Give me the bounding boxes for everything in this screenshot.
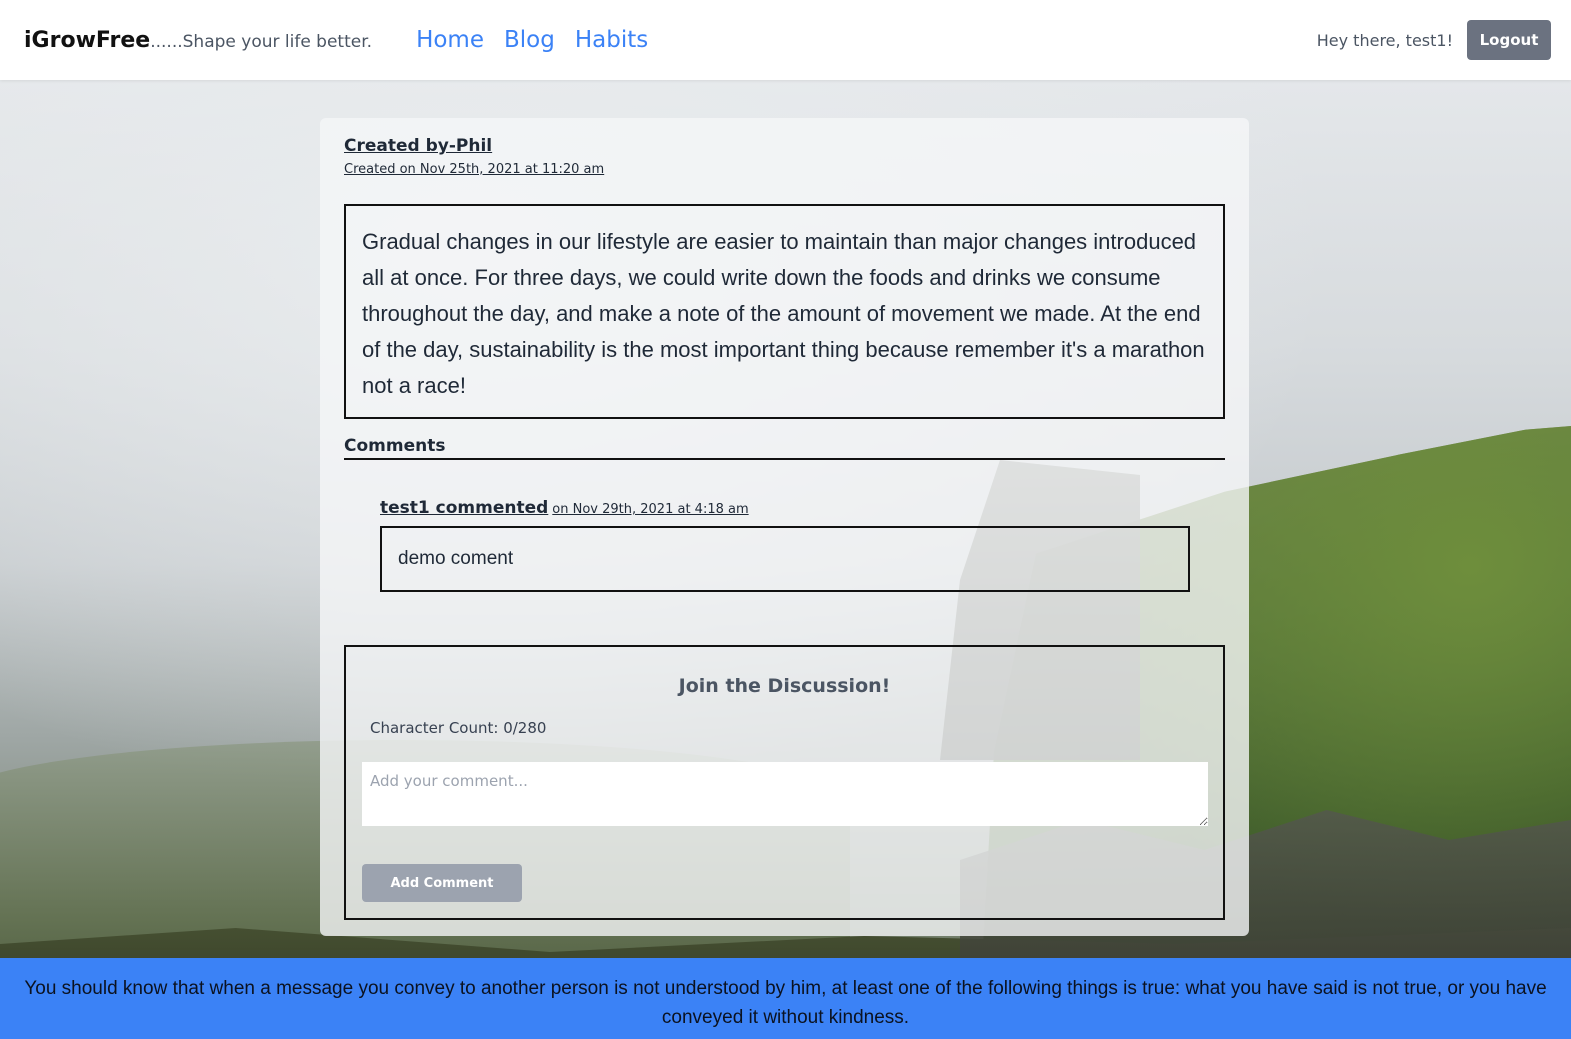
footer-quote-text: You should know that when a message you … bbox=[24, 978, 1547, 1028]
nav-links: Home Blog Habits bbox=[416, 27, 648, 53]
comment-text: demo coment bbox=[380, 526, 1190, 592]
nav-link-home[interactable]: Home bbox=[416, 27, 484, 53]
nav-link-blog[interactable]: Blog bbox=[504, 27, 555, 53]
character-count: Character Count: 0/280 bbox=[370, 719, 547, 737]
post-body: Gradual changes in our lifestyle are eas… bbox=[344, 204, 1225, 419]
comment-meta: test1 commented on Nov 29th, 2021 at 4:18… bbox=[380, 498, 749, 518]
add-comment-button[interactable]: Add Comment bbox=[362, 864, 522, 902]
brand-name[interactable]: iGrowFree bbox=[24, 28, 150, 53]
footer-quote: You should know that when a message you … bbox=[0, 958, 1571, 1039]
comment-author-link[interactable]: test1 commented bbox=[380, 498, 548, 518]
comment-input[interactable] bbox=[362, 762, 1208, 826]
post-card: Created by-Phil Created on Nov 25th, 202… bbox=[320, 118, 1249, 936]
logout-button[interactable]: Logout bbox=[1467, 20, 1551, 60]
post-created-date: Created on Nov 25th, 2021 at 11:20 am bbox=[344, 162, 605, 177]
comments-heading: Comments bbox=[344, 436, 1225, 460]
add-comment-form: Join the Discussion! Character Count: 0/… bbox=[344, 645, 1225, 920]
brand[interactable]: iGrowFree ......Shape your life better. bbox=[24, 28, 372, 53]
nav-link-habits[interactable]: Habits bbox=[575, 27, 648, 53]
comment-date: on Nov 29th, 2021 at 4:18 am bbox=[552, 502, 749, 517]
brand-tagline: ......Shape your life better. bbox=[150, 31, 373, 52]
discussion-heading: Join the Discussion! bbox=[678, 675, 891, 697]
user-greeting: Hey there, test1! bbox=[1316, 30, 1453, 50]
top-navbar: iGrowFree ......Shape your life better. … bbox=[0, 0, 1571, 80]
nav-user-area: Hey there, test1! Logout bbox=[1317, 20, 1551, 60]
post-author-link[interactable]: Created by-Phil bbox=[344, 136, 492, 156]
